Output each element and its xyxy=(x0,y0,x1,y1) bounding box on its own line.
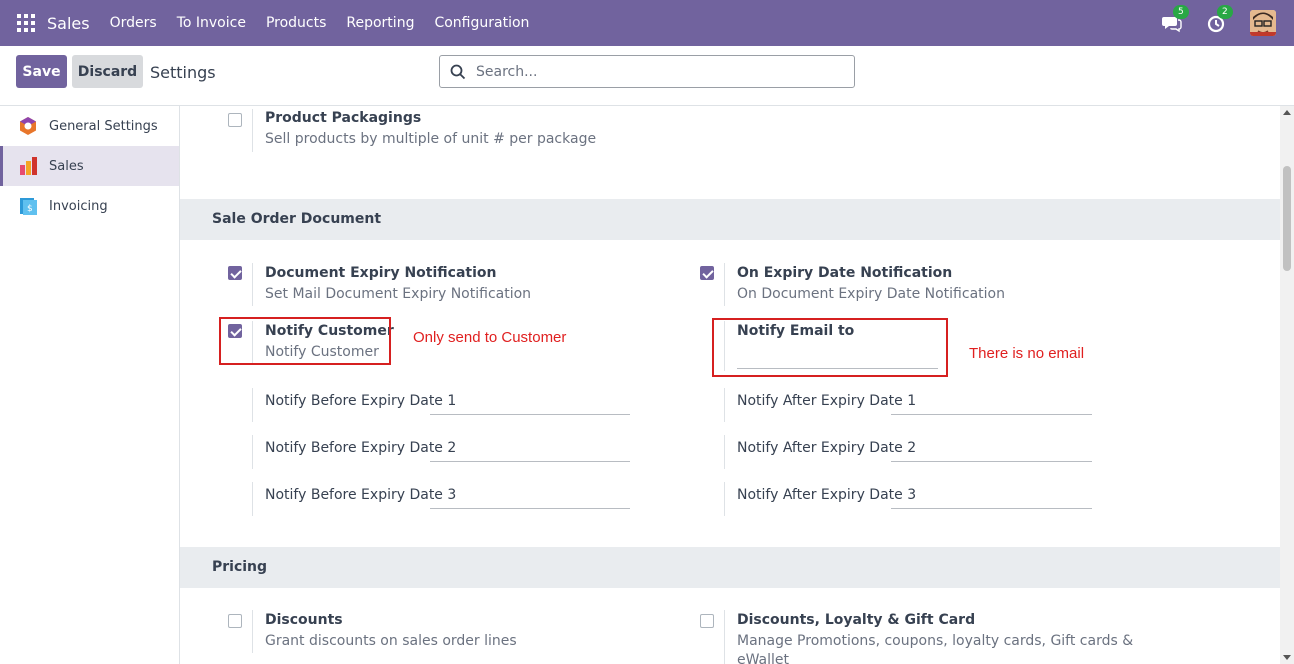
product-packagings-checkbox[interactable] xyxy=(228,113,242,127)
general-settings-icon xyxy=(20,117,36,135)
sidebar-item-invoicing[interactable]: $ Invoicing xyxy=(0,186,179,226)
sales-app-icon xyxy=(20,157,37,175)
product-packagings-description: Sell products by multiple of unit # per … xyxy=(265,131,597,147)
scroll-down-arrow-icon[interactable] xyxy=(1283,655,1291,660)
loyalty-description-line1: Manage Promotions, coupons, loyalty card… xyxy=(737,633,1134,649)
section-heading-sale-order-document: Sale Order Document xyxy=(180,199,1280,240)
messages-icon[interactable]: 5 xyxy=(1162,5,1189,33)
document-expiry-title: Document Expiry Notification xyxy=(265,265,497,281)
loyalty-title: Discounts, Loyalty & Gift Card xyxy=(737,612,976,628)
divider xyxy=(724,263,725,306)
main-scrollbar[interactable] xyxy=(1280,106,1294,664)
menu-reporting[interactable]: Reporting xyxy=(336,15,424,31)
scroll-thumb[interactable] xyxy=(1283,166,1291,271)
discounts-checkbox[interactable] xyxy=(228,614,242,628)
notify-after-1-label: Notify After Expiry Date 1 xyxy=(737,393,917,409)
divider xyxy=(724,388,725,422)
discounts-title: Discounts xyxy=(265,612,343,628)
notify-after-2-input[interactable] xyxy=(891,461,1092,462)
loyalty-checkbox[interactable] xyxy=(700,614,714,628)
activities-icon[interactable]: 2 xyxy=(1206,5,1233,33)
user-avatar[interactable] xyxy=(1250,10,1276,36)
discard-button[interactable]: Discard xyxy=(72,55,143,88)
svg-text:$: $ xyxy=(27,204,33,214)
divider xyxy=(724,482,725,516)
product-packagings-title: Product Packagings xyxy=(265,110,422,126)
divider xyxy=(252,263,253,306)
notify-before-3-label: Notify Before Expiry Date 3 xyxy=(265,487,457,503)
on-expiry-date-checkbox[interactable] xyxy=(700,266,714,280)
discounts-description: Grant discounts on sales order lines xyxy=(265,633,517,649)
annotation-box-notify-customer xyxy=(219,317,391,365)
notify-after-1-input[interactable] xyxy=(891,414,1092,415)
section-heading-pricing: Pricing xyxy=(180,547,1280,588)
document-expiry-checkbox[interactable] xyxy=(228,266,242,280)
divider xyxy=(252,388,253,422)
invoicing-app-icon: $ xyxy=(20,198,37,215)
top-navbar: Sales Orders To Invoice Products Reporti… xyxy=(0,0,1294,46)
annotation-note-email: There is no email xyxy=(969,345,1085,362)
on-expiry-date-title: On Expiry Date Notification xyxy=(737,265,953,281)
activities-badge: 2 xyxy=(1217,5,1233,19)
notify-after-2-label: Notify After Expiry Date 2 xyxy=(737,440,917,456)
divider xyxy=(724,610,725,664)
apps-menu-icon[interactable] xyxy=(17,14,35,32)
search-box[interactable] xyxy=(439,55,855,88)
save-button[interactable]: Save xyxy=(16,55,67,88)
sidebar-item-label: Invoicing xyxy=(49,198,108,214)
notify-before-3-input[interactable] xyxy=(430,508,630,509)
settings-main: Product Packagings Sell products by mult… xyxy=(180,106,1280,664)
annotation-note-customer: Only send to Customer xyxy=(413,329,567,346)
app-brand[interactable]: Sales xyxy=(47,14,90,33)
divider xyxy=(252,109,253,152)
divider xyxy=(252,610,253,653)
page-title: Settings xyxy=(150,63,216,82)
notify-before-2-input[interactable] xyxy=(430,461,630,462)
menu-products[interactable]: Products xyxy=(256,15,336,31)
divider xyxy=(724,435,725,469)
settings-sidebar: General Settings Sales $ Invoicing xyxy=(0,106,180,664)
menu-to-invoice[interactable]: To Invoice xyxy=(167,15,256,31)
sidebar-item-general-settings[interactable]: General Settings xyxy=(0,106,179,146)
notify-after-3-input[interactable] xyxy=(891,508,1092,509)
divider xyxy=(252,482,253,516)
notify-before-1-label: Notify Before Expiry Date 1 xyxy=(265,393,457,409)
notify-before-1-input[interactable] xyxy=(430,414,630,415)
loyalty-description-line2: eWallet xyxy=(737,652,790,664)
sidebar-item-label: General Settings xyxy=(49,118,158,134)
menu-orders[interactable]: Orders xyxy=(100,15,167,31)
search-input[interactable] xyxy=(476,63,836,80)
sidebar-item-label: Sales xyxy=(49,158,84,174)
on-expiry-date-description: On Document Expiry Date Notification xyxy=(737,286,1005,302)
sidebar-item-sales[interactable]: Sales xyxy=(0,146,179,186)
notify-after-3-label: Notify After Expiry Date 3 xyxy=(737,487,917,503)
control-panel: Save Discard Settings xyxy=(0,46,1294,106)
scroll-up-arrow-icon[interactable] xyxy=(1283,110,1291,115)
notify-before-2-label: Notify Before Expiry Date 2 xyxy=(265,440,457,456)
divider xyxy=(252,435,253,469)
search-icon xyxy=(450,64,466,79)
annotation-box-notify-email xyxy=(712,318,948,377)
document-expiry-description: Set Mail Document Expiry Notification xyxy=(265,286,532,302)
menu-configuration[interactable]: Configuration xyxy=(424,15,539,31)
messages-badge: 5 xyxy=(1173,5,1189,19)
